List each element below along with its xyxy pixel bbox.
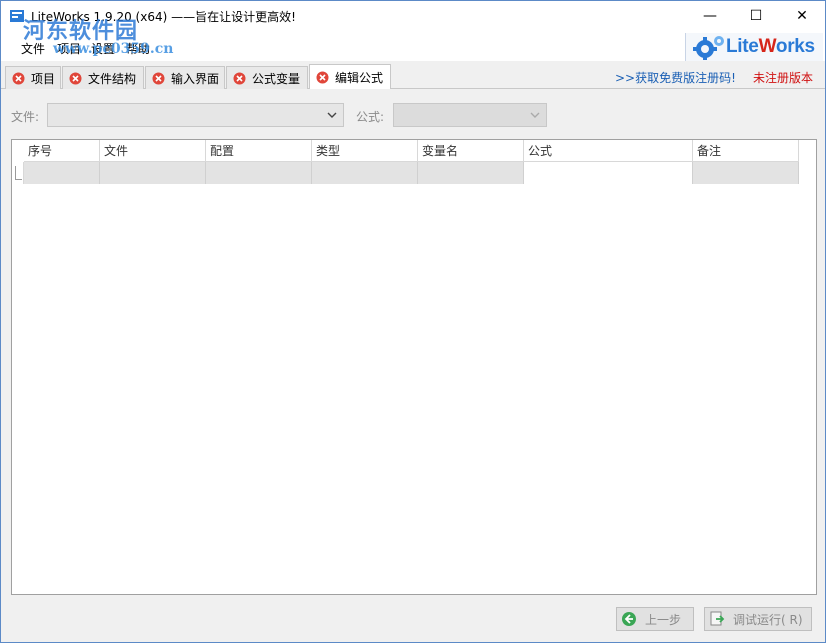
debug-run-label: 调试运行( R)	[733, 612, 803, 627]
chevron-down-icon	[530, 112, 540, 118]
get-registration-code-link[interactable]: >>获取免费版注册码!	[615, 69, 736, 86]
column-header-type[interactable]: 类型	[312, 140, 418, 162]
row-selector[interactable]	[15, 166, 22, 180]
cell-index[interactable]	[24, 162, 100, 184]
tab-file-structure[interactable]: 文件结构	[62, 66, 144, 89]
formula-grid[interactable]: 序号 文件 配置 类型 变量名 公式 备注	[11, 139, 817, 595]
brand-text-lite: Lite	[726, 36, 759, 57]
formula-select[interactable]	[393, 103, 547, 127]
tab-label: 编辑公式	[335, 71, 384, 85]
column-header-config[interactable]: 配置	[206, 140, 312, 162]
chevron-down-icon	[327, 112, 337, 118]
menu-settings[interactable]: 设置	[91, 40, 115, 57]
tab-formula-variables[interactable]: 公式变量	[226, 66, 308, 89]
maximize-icon: ☐	[749, 8, 763, 24]
column-header-index[interactable]: 序号	[24, 140, 100, 162]
tab-project[interactable]: 项目	[5, 66, 61, 89]
brand-text-orks: orks	[775, 36, 815, 57]
gear-logo-icon	[693, 36, 724, 60]
tab-input-ui[interactable]: 输入界面	[145, 66, 225, 89]
menu-file[interactable]: 文件	[21, 40, 45, 57]
menu-project[interactable]: 项目	[57, 40, 81, 57]
debug-run-button[interactable]: 调试运行( R)	[704, 607, 812, 631]
brand-text: LiteWorks	[726, 36, 815, 58]
window-title: LiteWorks 1.9.20 (x64) ——旨在让设计更高效!	[31, 10, 296, 24]
cell-note[interactable]	[693, 162, 799, 184]
maximize-button[interactable]: ☐	[733, 1, 779, 31]
grid-header: 序号 文件 配置 类型 变量名 公式 备注	[12, 140, 800, 162]
close-tab-icon[interactable]	[69, 72, 82, 85]
close-tab-icon[interactable]	[316, 71, 329, 84]
formula-label: 公式:	[356, 110, 385, 124]
cell-file[interactable]	[100, 162, 206, 184]
tab-label: 文件结构	[88, 71, 137, 86]
tab-label: 公式变量	[252, 71, 301, 86]
close-tab-icon[interactable]	[152, 72, 165, 85]
close-icon: ✕	[796, 8, 808, 24]
cell-config[interactable]	[206, 162, 312, 184]
column-header-note[interactable]: 备注	[693, 140, 799, 162]
minimize-button[interactable]: —	[687, 1, 733, 31]
unregistered-status: 未注册版本	[753, 71, 814, 85]
back-arrow-icon	[622, 612, 636, 626]
column-header-formula[interactable]: 公式	[524, 140, 693, 162]
app-window: LiteWorks 1.9.20 (x64) ——旨在让设计更高效! — ☐ ✕…	[0, 0, 826, 643]
close-tab-icon[interactable]	[233, 72, 246, 85]
cell-variable[interactable]	[418, 162, 524, 184]
close-tab-icon[interactable]	[12, 72, 25, 85]
tab-label: 项目	[31, 71, 56, 86]
close-button[interactable]: ✕	[779, 1, 825, 31]
cell-type[interactable]	[312, 162, 418, 184]
app-icon	[10, 10, 24, 22]
tab-edit-formula[interactable]: 编辑公式	[309, 64, 391, 90]
brand-logo: LiteWorks	[685, 33, 823, 61]
minimize-icon: —	[703, 8, 717, 24]
prev-step-button[interactable]: 上一步	[616, 607, 694, 631]
title-bar: LiteWorks 1.9.20 (x64) ——旨在让设计更高效! — ☐ ✕	[1, 1, 825, 31]
column-header-file[interactable]: 文件	[100, 140, 206, 162]
brand-text-w: W	[758, 36, 777, 57]
menu-help[interactable]: 帮助	[126, 40, 150, 57]
cell-formula[interactable]	[524, 162, 693, 184]
column-header-variable[interactable]: 变量名	[418, 140, 524, 162]
prev-step-label: 上一步	[645, 612, 682, 627]
tab-label: 输入界面	[171, 71, 220, 86]
file-select[interactable]	[47, 103, 344, 127]
file-label: 文件:	[11, 110, 40, 124]
run-document-icon	[710, 611, 725, 626]
